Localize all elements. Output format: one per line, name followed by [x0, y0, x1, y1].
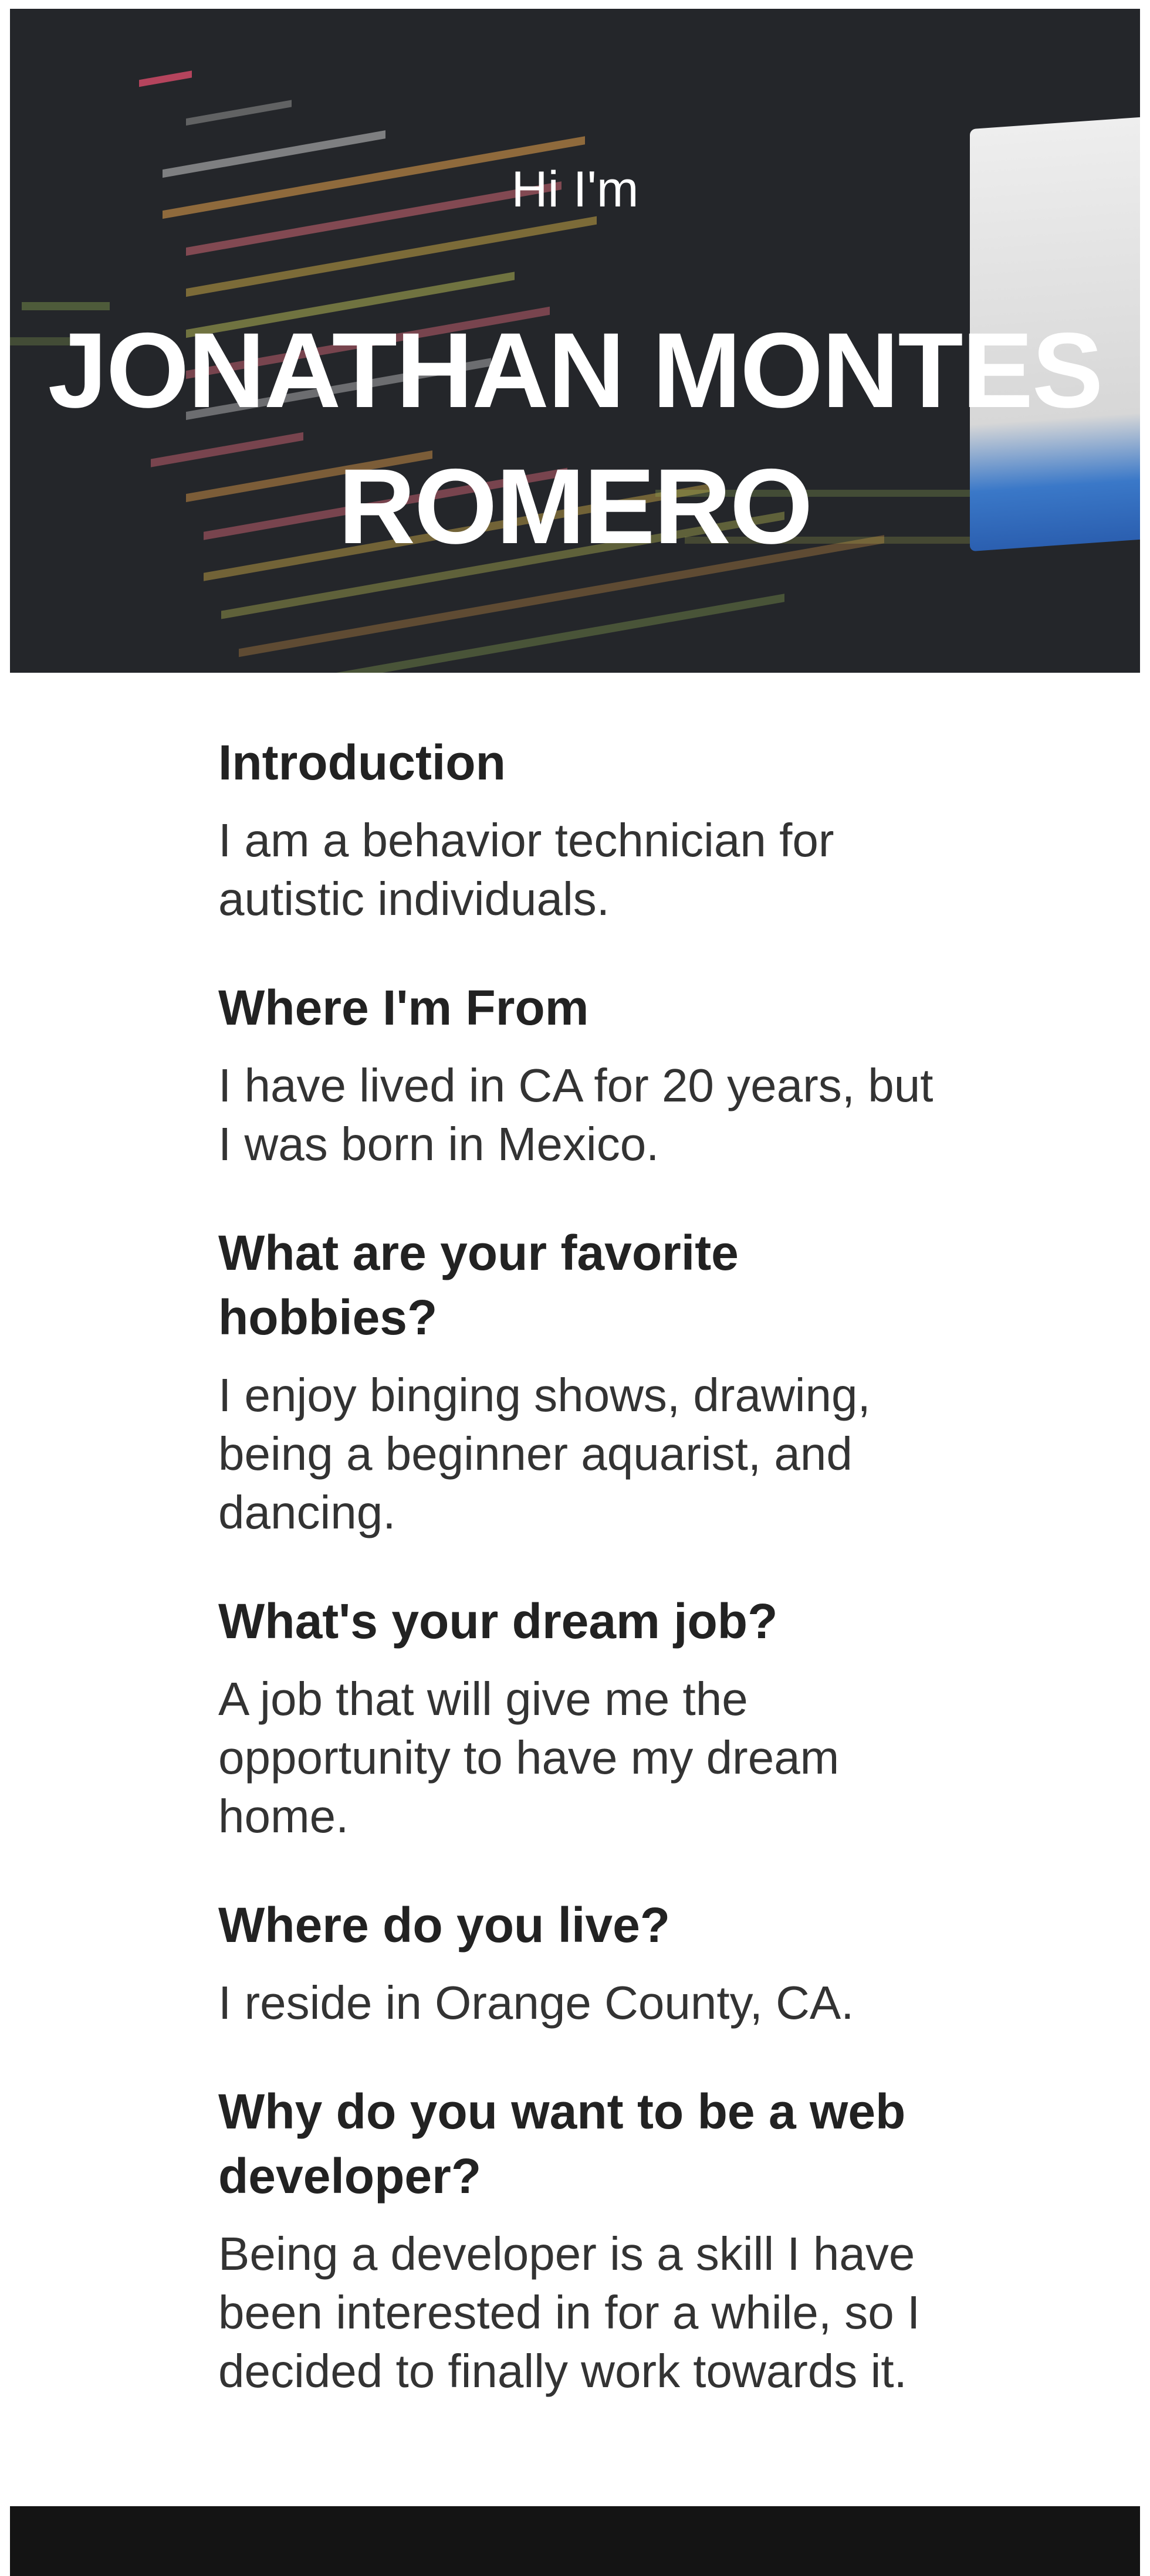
page-footer — [10, 2506, 1140, 2576]
section-heading: Why do you want to be a web developer? — [218, 2084, 906, 2204]
section-why-web-developer: Why do you want to be a web developer? B… — [218, 2079, 934, 2401]
hero-greeting: Hi I'm — [511, 161, 639, 218]
section-heading: Where do you live? — [218, 1897, 671, 1953]
section-body: I have lived in CA for 20 years, but I w… — [218, 1059, 933, 1170]
section-heading: Introduction — [218, 735, 506, 790]
about-content: Introduction I am a behavior technician … — [218, 730, 934, 2448]
section-introduction: Introduction I am a behavior technician … — [218, 730, 934, 928]
section-where-live: Where do you live? I reside in Orange Co… — [218, 1893, 934, 2032]
section-dream-job: What's your dream job? A job that will g… — [218, 1589, 934, 1846]
section-hobbies: What are your favorite hobbies? I enjoy … — [218, 1221, 934, 1542]
section-heading: What are your favorite hobbies? — [218, 1225, 739, 1345]
section-where-from: Where I'm From I have lived in CA for 20… — [218, 975, 934, 1174]
section-body: Being a developer is a skill I have been… — [218, 2228, 921, 2397]
section-heading: What's your dream job? — [218, 1594, 778, 1649]
section-body: I reside in Orange County, CA. — [218, 1977, 854, 2029]
section-body: I enjoy binging shows, drawing, being a … — [218, 1369, 871, 1538]
section-heading: Where I'm From — [218, 980, 589, 1035]
section-body: A job that will give me the opportunity … — [218, 1673, 840, 1842]
section-body: I am a behavior technician for autistic … — [218, 814, 834, 925]
hero-name: JONATHAN MONTES ROMERO — [48, 310, 1104, 566]
hero-banner: Hi I'm JONATHAN MONTES ROMERO — [10, 9, 1140, 673]
